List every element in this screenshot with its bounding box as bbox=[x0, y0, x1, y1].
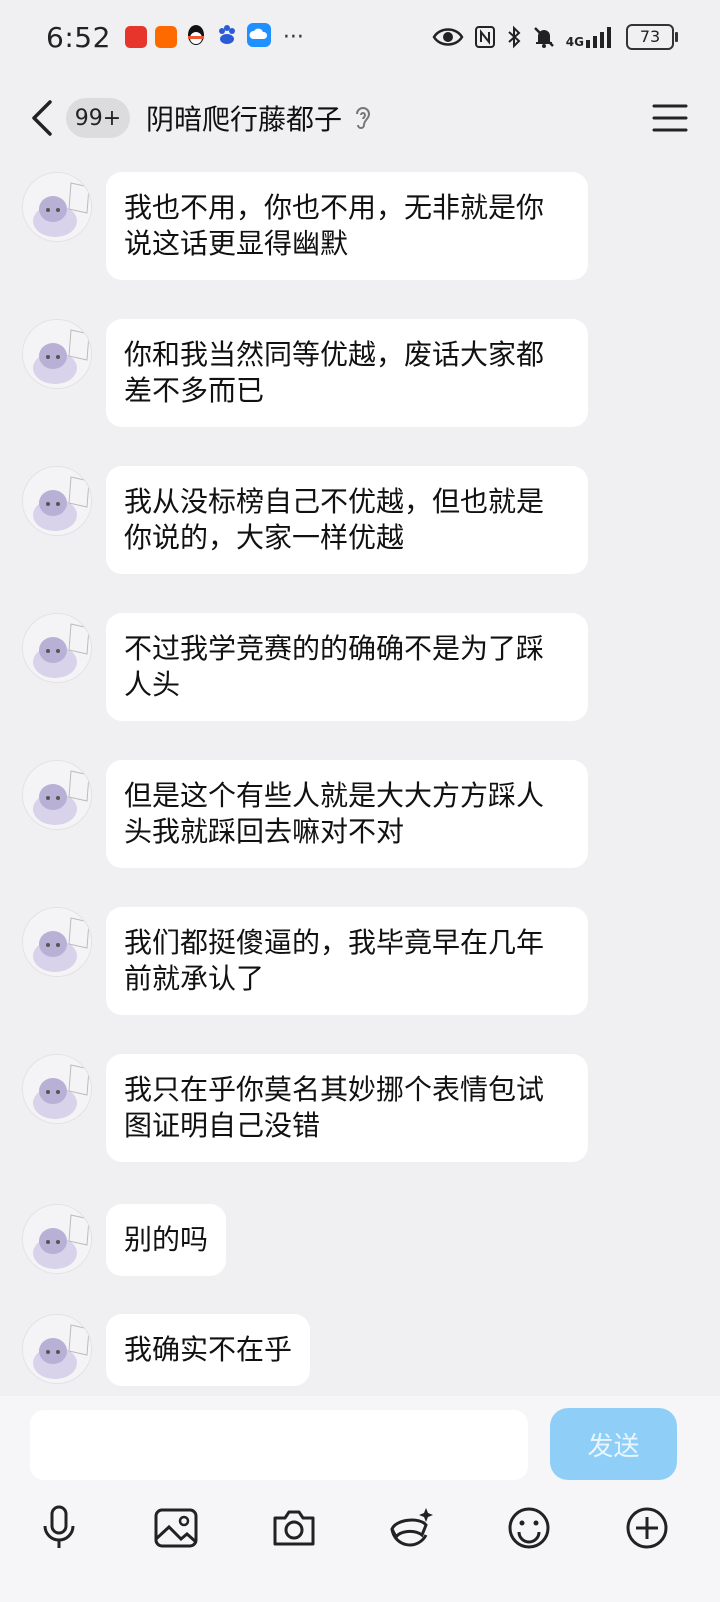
signal-icon: 4G bbox=[566, 26, 616, 48]
avatar[interactable] bbox=[22, 172, 92, 242]
composer-toolbar bbox=[0, 1498, 720, 1558]
avatar[interactable] bbox=[22, 1054, 92, 1124]
avatar[interactable] bbox=[22, 760, 92, 830]
message-row: 我确实不在乎 bbox=[22, 1314, 311, 1386]
message-row: 我从没标榜自己不优越，但也就是你说的，大家一样优越 bbox=[22, 466, 588, 574]
avatar[interactable] bbox=[22, 1314, 92, 1384]
message-row: 我只在乎你莫名其妙挪个表情包试图证明自己没错 bbox=[22, 1054, 588, 1162]
chat-title[interactable]: 阴暗爬行藤都子 bbox=[146, 98, 342, 138]
message-bubble[interactable]: 你和我当然同等优越，废话大家都差不多而已 bbox=[106, 319, 588, 427]
message-row: 我们都挺傻逼的，我毕竟早在几年前就承认了 bbox=[22, 907, 588, 1015]
message-bubble[interactable]: 我只在乎你莫名其妙挪个表情包试图证明自己没错 bbox=[106, 1054, 588, 1162]
plus-circle-icon bbox=[626, 1507, 668, 1549]
send-button[interactable]: 发送 bbox=[550, 1408, 677, 1480]
back-button[interactable] bbox=[22, 93, 62, 143]
avatar[interactable] bbox=[22, 319, 92, 389]
message-bubble[interactable]: 我确实不在乎 bbox=[106, 1314, 311, 1386]
bluetooth-icon bbox=[506, 25, 522, 49]
avatar[interactable] bbox=[22, 613, 92, 683]
voice-button[interactable] bbox=[29, 1498, 89, 1558]
avatar[interactable] bbox=[22, 907, 92, 977]
camera-button[interactable] bbox=[264, 1498, 324, 1558]
message-row: 你和我当然同等优越，废话大家都差不多而已 bbox=[22, 319, 588, 427]
sticker-magic-icon bbox=[390, 1508, 433, 1547]
more-notifications-icon: ··· bbox=[282, 24, 304, 50]
message-bubble[interactable]: 我也不用，你也不用，无非就是你说这话更显得幽默 bbox=[106, 172, 588, 280]
cloud-app-icon bbox=[246, 23, 271, 51]
message-bubble[interactable]: 我从没标榜自己不优越，但也就是你说的，大家一样优越 bbox=[106, 466, 588, 574]
message-bubble[interactable]: 我们都挺傻逼的，我毕竟早在几年前就承认了 bbox=[106, 907, 588, 1015]
status-bar: 6:52 ··· 4G 73 bbox=[0, 0, 720, 74]
earpiece-mode-icon[interactable] bbox=[352, 103, 374, 133]
taobao-icon bbox=[154, 26, 177, 48]
image-icon bbox=[154, 1508, 198, 1548]
camera-icon bbox=[273, 1510, 315, 1546]
hamburger-menu-icon bbox=[652, 104, 688, 132]
qq-icon bbox=[185, 23, 207, 51]
message-input[interactable] bbox=[30, 1410, 528, 1480]
baidu-icon bbox=[215, 23, 239, 51]
message-row: 别的吗 bbox=[22, 1204, 227, 1276]
message-row: 不过我学竞赛的的确确不是为了踩人头 bbox=[22, 613, 588, 721]
battery-indicator: 73 bbox=[626, 24, 678, 50]
eye-icon bbox=[432, 26, 464, 48]
status-time: 6:52 bbox=[46, 20, 111, 54]
avatar[interactable] bbox=[22, 466, 92, 536]
nfc-icon bbox=[474, 25, 496, 49]
more-button[interactable] bbox=[617, 1498, 677, 1558]
message-bubble[interactable]: 别的吗 bbox=[106, 1204, 227, 1276]
message-row: 但是这个有些人就是大大方方踩人头我就踩回去嘛对不对 bbox=[22, 760, 588, 868]
message-row: 我也不用，你也不用，无非就是你说这话更显得幽默 bbox=[22, 172, 588, 280]
magic-emoji-button[interactable] bbox=[380, 1498, 440, 1558]
unread-count-badge[interactable]: 99+ bbox=[66, 98, 130, 138]
chevron-left-icon bbox=[32, 100, 52, 136]
message-bubble[interactable]: 不过我学竞赛的的确确不是为了踩人头 bbox=[106, 613, 588, 721]
message-bubble[interactable]: 但是这个有些人就是大大方方踩人头我就踩回去嘛对不对 bbox=[106, 760, 588, 868]
photo-button[interactable] bbox=[146, 1498, 206, 1558]
menu-button[interactable] bbox=[650, 98, 690, 138]
notification-app-icon bbox=[124, 26, 147, 48]
smiley-icon bbox=[508, 1507, 550, 1549]
avatar[interactable] bbox=[22, 1204, 92, 1274]
emoji-button[interactable] bbox=[499, 1498, 559, 1558]
chat-header: 99+ 阴暗爬行藤都子 bbox=[0, 84, 720, 152]
composer: 发送 bbox=[0, 1396, 720, 1602]
mute-bell-icon bbox=[532, 25, 556, 49]
microphone-icon bbox=[43, 1505, 75, 1548]
